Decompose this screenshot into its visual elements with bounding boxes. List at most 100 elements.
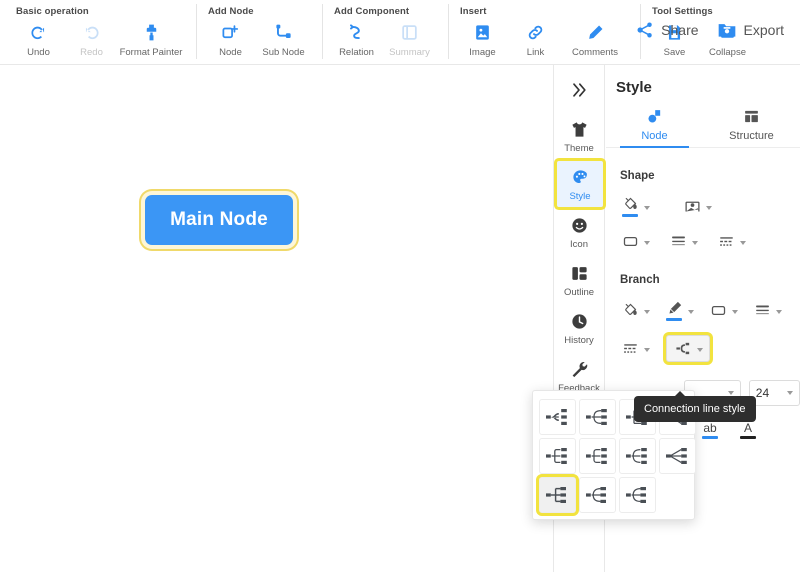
dashed-line-icon: [620, 340, 640, 357]
undo-button[interactable]: Undo: [12, 19, 65, 58]
branch-line-dash-button[interactable]: [618, 338, 652, 359]
line-style-option[interactable]: [539, 399, 576, 435]
comments-icon: [586, 21, 605, 43]
line-weight-icon: [668, 233, 688, 250]
chevron-down-icon[interactable]: [706, 205, 712, 210]
tab-structure[interactable]: Structure: [703, 106, 800, 147]
branch-fill-color-button[interactable]: [618, 300, 652, 321]
line-style-option[interactable]: [619, 477, 656, 513]
dashed-line-icon: [716, 233, 736, 250]
add-node-icon: [221, 21, 240, 43]
chevron-down-icon: [727, 391, 734, 395]
shape-type-button[interactable]: [618, 231, 652, 252]
tshirt-icon: [570, 118, 589, 140]
toolbar-group-insert: Insert Image Link Comments: [448, 0, 634, 65]
chevron-down-icon[interactable]: [740, 240, 746, 245]
relation-button[interactable]: Relation: [330, 19, 383, 58]
line-style-option[interactable]: [579, 477, 616, 513]
sidebar-item-icon[interactable]: Icon: [554, 209, 604, 255]
rail-collapse-button[interactable]: [554, 73, 604, 111]
add-sub-node-button[interactable]: Sub Node: [257, 19, 310, 58]
mindmap-canvas[interactable]: Main Node: [0, 65, 553, 572]
share-label: Share: [661, 22, 699, 38]
rounded-rect-icon: [620, 233, 640, 250]
link-icon: [526, 21, 545, 43]
line-weight-icon: [752, 302, 772, 319]
insert-image-button[interactable]: Image: [456, 19, 509, 58]
save-label: Save: [663, 47, 686, 58]
main-node[interactable]: Main Node: [145, 195, 293, 245]
text-highlight-label: ab: [703, 421, 717, 435]
font-size-select[interactable]: 24: [748, 380, 800, 406]
format-painter-button[interactable]: Format Painter: [118, 19, 184, 58]
chevron-down-icon[interactable]: [692, 240, 698, 245]
toolbar-group-add-node: Add Node Node Sub Node: [196, 0, 316, 65]
summary-icon: [400, 21, 419, 43]
chevron-down-icon[interactable]: [644, 240, 650, 245]
export-label: Export: [743, 22, 784, 38]
line-style-option[interactable]: [619, 438, 656, 474]
smiley-icon: [570, 214, 589, 236]
share-button[interactable]: Share: [636, 21, 699, 39]
shape-line-weight-button[interactable]: [666, 231, 700, 252]
toolbar-group-title: Basic operation: [16, 6, 89, 17]
insert-link-button[interactable]: Link: [509, 19, 562, 58]
text-highlight-color-button[interactable]: ab: [702, 422, 718, 439]
toolbar-group-title: Insert: [460, 6, 487, 17]
chevron-down-icon[interactable]: [697, 347, 703, 352]
chevron-down-icon[interactable]: [732, 309, 738, 314]
line-style-option-selected[interactable]: [539, 477, 576, 513]
tab-structure-label: Structure: [729, 130, 774, 142]
chevron-down-icon[interactable]: [644, 205, 650, 210]
collapse-label: Collapse: [709, 47, 746, 58]
undo-label: Undo: [27, 47, 50, 58]
relation-icon: [347, 21, 366, 43]
add-sub-node-label: Sub Node: [262, 47, 305, 58]
panel-tabs: Node Structure: [606, 106, 800, 148]
insert-image-label: Image: [469, 47, 496, 58]
sidebar-item-outline[interactable]: Outline: [554, 257, 604, 303]
add-sub-node-icon: [274, 21, 293, 43]
pen-icon: [664, 300, 684, 321]
summary-button[interactable]: Summary: [383, 19, 436, 58]
text-font-color-button[interactable]: A: [740, 422, 756, 439]
sidebar-item-theme[interactable]: Theme: [554, 113, 604, 159]
shape-fill-color-button[interactable]: [618, 194, 652, 219]
shape-row-1: [606, 194, 800, 219]
tab-node-label: Node: [641, 130, 668, 142]
picture-frame-icon: [682, 198, 702, 215]
export-button[interactable]: Export: [717, 20, 784, 40]
branch-line-weight-button[interactable]: [750, 300, 784, 321]
toolbar-divider: [448, 4, 449, 59]
branch-line-color-button[interactable]: [662, 298, 696, 323]
relation-label: Relation: [339, 47, 374, 58]
line-style-option[interactable]: [539, 438, 576, 474]
shape-row-2: [606, 231, 800, 252]
summary-label: Summary: [389, 47, 430, 58]
redo-label: Redo: [80, 47, 103, 58]
sidebar-item-history[interactable]: History: [554, 305, 604, 351]
chevron-down-icon[interactable]: [776, 309, 782, 314]
node-shape-icon: [646, 106, 663, 126]
toolbar-group-title: Add Component: [334, 6, 410, 17]
shape-border-image-button[interactable]: [680, 196, 714, 217]
chevron-down-icon[interactable]: [644, 347, 650, 352]
paint-bucket-icon: [620, 302, 640, 319]
chevron-down-icon[interactable]: [644, 309, 650, 314]
toolbar-right-actions: Share Export: [636, 20, 784, 40]
branch-shape-button[interactable]: [706, 300, 740, 321]
tab-node[interactable]: Node: [606, 106, 703, 148]
image-icon: [473, 21, 492, 43]
line-style-option[interactable]: [659, 438, 696, 474]
text-font-label: A: [743, 421, 752, 435]
connection-line-style-button[interactable]: [666, 335, 710, 362]
add-node-button[interactable]: Node: [204, 19, 257, 58]
line-style-option[interactable]: [579, 399, 616, 435]
line-style-option[interactable]: [579, 438, 616, 474]
text-highlight-swatch: [702, 436, 718, 439]
sidebar-item-style[interactable]: Style: [557, 161, 603, 207]
shape-line-dash-button[interactable]: [714, 231, 748, 252]
chevron-down-icon[interactable]: [688, 309, 694, 314]
redo-button[interactable]: Redo: [65, 19, 118, 58]
insert-comments-button[interactable]: Comments: [562, 19, 628, 58]
